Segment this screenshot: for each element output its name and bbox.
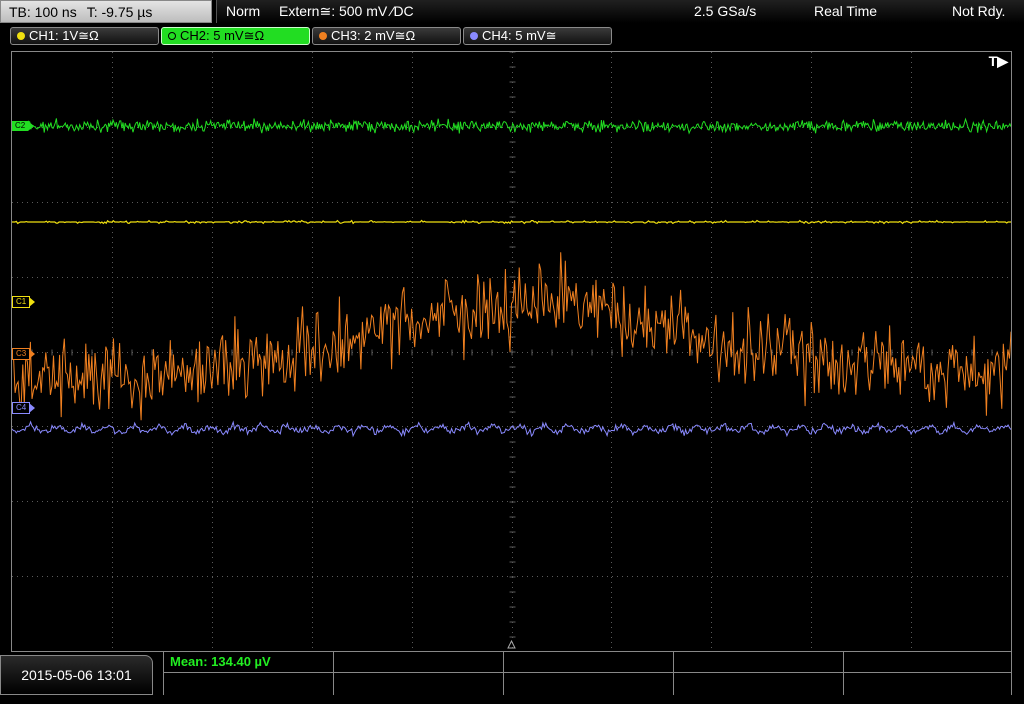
measurement-cell[interactable] bbox=[674, 652, 844, 672]
ch4-dot-icon bbox=[470, 32, 478, 40]
channel-tab-ch3[interactable]: CH3: 2 mV≅Ω bbox=[312, 27, 461, 45]
measurement-cell[interactable]: Mean: 134.40 µV bbox=[164, 652, 334, 672]
ch4-trace bbox=[12, 420, 1011, 438]
measurement-cell[interactable] bbox=[504, 652, 674, 672]
trigger-time-label: T: -9.75 µs bbox=[86, 4, 153, 20]
ch4-marker-label: C4 bbox=[16, 403, 27, 412]
measurement-cell[interactable] bbox=[674, 673, 844, 695]
waveform-canvas[interactable] bbox=[12, 52, 1011, 651]
channel-tab-ch2[interactable]: CH2: 5 mV≅Ω bbox=[161, 27, 310, 45]
channel-tab-ch4[interactable]: CH4: 5 mV≅ bbox=[463, 27, 612, 45]
ch3-label: CH3: 2 mV≅Ω bbox=[331, 28, 416, 43]
ch1-marker-label: C1 bbox=[16, 297, 27, 306]
trigger-mode[interactable]: Norm bbox=[226, 0, 260, 23]
ch1-trace bbox=[12, 219, 1011, 225]
measurement-cell[interactable] bbox=[334, 652, 504, 672]
trigger-arrow-icon: T▶ bbox=[988, 53, 1008, 69]
status-bar: TB: 100 ns T: -9.75 µs Norm Extern≅: 500 … bbox=[0, 0, 1024, 25]
trigger-position-icon bbox=[507, 639, 516, 649]
measurement-cell[interactable] bbox=[164, 673, 334, 695]
mean-measurement: Mean: 134.40 µV bbox=[170, 654, 271, 669]
measurement-cell[interactable] bbox=[504, 673, 674, 695]
trigger-source[interactable]: Extern≅: 500 mV ⁄DC bbox=[279, 0, 414, 23]
ch4-label: CH4: 5 mV≅ bbox=[482, 28, 557, 43]
measurement-cell[interactable] bbox=[334, 673, 504, 695]
sample-rate[interactable]: 2.5 GSa/s bbox=[694, 0, 756, 23]
run-status[interactable]: Not Rdy. bbox=[952, 0, 1005, 23]
ch3-offset-marker[interactable]: C3 bbox=[12, 348, 36, 360]
ch4-offset-marker[interactable]: C4 bbox=[12, 402, 36, 414]
datetime-label: 2015-05-06 13:01 bbox=[21, 667, 132, 683]
channel-bar: CH1: 1V≅Ω CH2: 5 mV≅Ω CH3: 2 mV≅Ω CH4: 5… bbox=[0, 25, 1024, 47]
ch2-dot-icon bbox=[168, 32, 176, 40]
ch2-marker-label: C2 bbox=[15, 121, 26, 130]
measurement-panel[interactable]: Mean: 134.40 µV bbox=[163, 652, 1012, 695]
date-time: 2015-05-06 13:01 bbox=[0, 655, 153, 695]
timebase-box[interactable]: TB: 100 ns T: -9.75 µs bbox=[0, 0, 212, 23]
ch2-trace bbox=[12, 117, 1011, 135]
measurement-row bbox=[164, 673, 1011, 695]
graticule bbox=[12, 52, 1011, 651]
acquisition-mode[interactable]: Real Time bbox=[814, 0, 877, 23]
ch3-dot-icon bbox=[319, 32, 327, 40]
channel-tab-ch1[interactable]: CH1: 1V≅Ω bbox=[10, 27, 159, 45]
ch2-label: CH2: 5 mV≅Ω bbox=[180, 28, 265, 43]
ch3-marker-label: C3 bbox=[16, 349, 27, 358]
ch2-offset-marker[interactable]: C2 bbox=[12, 121, 35, 131]
ch1-label: CH1: 1V≅Ω bbox=[29, 28, 99, 43]
ch1-offset-marker[interactable]: C1 bbox=[12, 296, 36, 308]
timebase-label: TB: 100 ns bbox=[9, 4, 77, 20]
measurement-row: Mean: 134.40 µV bbox=[164, 652, 1011, 673]
ch1-dot-icon bbox=[17, 32, 25, 40]
